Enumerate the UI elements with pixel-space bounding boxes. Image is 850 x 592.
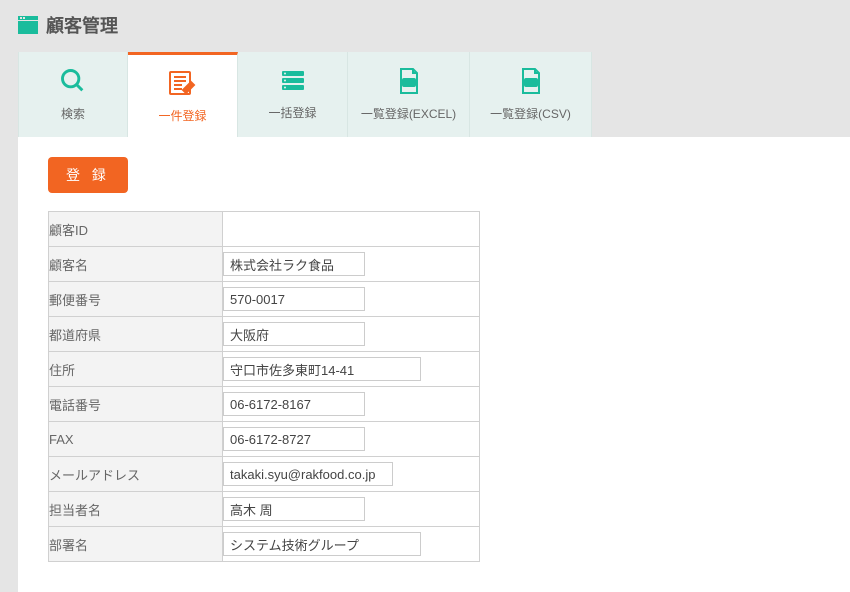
- input-address[interactable]: [223, 357, 421, 381]
- tab-label: 検索: [61, 105, 85, 122]
- input-prefecture[interactable]: [223, 322, 365, 346]
- edit-form-icon: [168, 69, 198, 97]
- tab-label: 一括登録: [268, 104, 316, 121]
- row-department: 部署名: [49, 527, 480, 562]
- row-phone: 電話番号: [49, 387, 480, 422]
- row-customer-id: 顧客ID: [49, 212, 480, 247]
- tabs: 検索 一件登録 一括登録 XLS 一覧登録(EXCEL) CSV 一覧登録(: [0, 52, 850, 137]
- input-email[interactable]: [223, 462, 393, 486]
- input-department[interactable]: [223, 532, 421, 556]
- row-prefecture: 都道府県: [49, 317, 480, 352]
- csv-file-icon: CSV: [519, 67, 543, 95]
- tab-label: 一覧登録(EXCEL): [361, 105, 456, 122]
- register-button[interactable]: 登 録: [48, 157, 128, 193]
- input-phone[interactable]: [223, 392, 365, 416]
- label-phone: 電話番号: [49, 387, 223, 422]
- tab-single-register[interactable]: 一件登録: [128, 52, 238, 137]
- tab-excel-register[interactable]: XLS 一覧登録(EXCEL): [348, 52, 470, 137]
- content-panel: 登 録 顧客ID 顧客名 郵便番号 都道府県 住所 電話番号 FAX: [18, 137, 850, 592]
- row-email: メールアドレス: [49, 457, 480, 492]
- label-customer-id: 顧客ID: [49, 212, 223, 247]
- label-fax: FAX: [49, 422, 223, 457]
- cell-customer-id: [223, 212, 480, 247]
- row-postal-code: 郵便番号: [49, 282, 480, 317]
- tab-search[interactable]: 検索: [18, 52, 128, 137]
- label-postal-code: 郵便番号: [49, 282, 223, 317]
- window-icon: [18, 16, 38, 34]
- row-fax: FAX: [49, 422, 480, 457]
- row-address: 住所: [49, 352, 480, 387]
- tab-label: 一件登録: [158, 107, 206, 124]
- tab-csv-register[interactable]: CSV 一覧登録(CSV): [470, 52, 592, 137]
- label-department: 部署名: [49, 527, 223, 562]
- tab-label: 一覧登録(CSV): [490, 105, 571, 122]
- page-header: 顧客管理: [0, 0, 850, 52]
- tab-bulk-register[interactable]: 一括登録: [238, 52, 348, 137]
- label-prefecture: 都道府県: [49, 317, 223, 352]
- input-postal-code[interactable]: [223, 287, 365, 311]
- search-icon: [59, 67, 87, 95]
- svg-text:CSV: CSV: [525, 81, 536, 87]
- input-contact-name[interactable]: [223, 497, 365, 521]
- input-fax[interactable]: [223, 427, 365, 451]
- label-customer-name: 顧客名: [49, 247, 223, 282]
- label-contact-name: 担当者名: [49, 492, 223, 527]
- excel-file-icon: XLS: [397, 67, 421, 95]
- input-customer-name[interactable]: [223, 252, 365, 276]
- label-address: 住所: [49, 352, 223, 387]
- row-contact-name: 担当者名: [49, 492, 480, 527]
- row-customer-name: 顧客名: [49, 247, 480, 282]
- customer-form: 顧客ID 顧客名 郵便番号 都道府県 住所 電話番号 FAX メールアドレス: [48, 211, 480, 562]
- list-icon: [280, 68, 306, 94]
- svg-text:XLS: XLS: [404, 81, 414, 87]
- label-email: メールアドレス: [49, 457, 223, 492]
- page-title: 顧客管理: [46, 12, 118, 38]
